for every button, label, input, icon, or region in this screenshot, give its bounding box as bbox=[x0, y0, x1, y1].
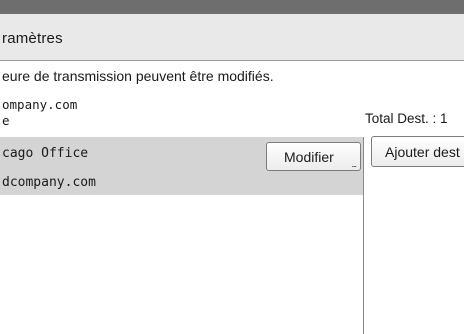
screen: ramètres eure de transmission peuvent êt… bbox=[0, 0, 464, 334]
sender-name: e bbox=[2, 113, 10, 128]
sender-email: ompany.com bbox=[2, 97, 78, 112]
total-destinations-count: Total Dest. : 1 bbox=[365, 111, 448, 126]
top-status-bar bbox=[0, 0, 464, 14]
page-title: ramètres bbox=[2, 30, 63, 47]
add-destination-button[interactable]: Ajouter dest bbox=[371, 136, 464, 167]
destination-name: cago Office bbox=[2, 146, 89, 161]
modify-button[interactable]: Modifier ... bbox=[266, 142, 361, 171]
add-destination-button-label: Ajouter dest bbox=[385, 144, 460, 160]
title-bar: ramètres bbox=[0, 14, 464, 61]
ellipsis-icon: ... bbox=[351, 159, 356, 169]
info-message: eure de transmission peuvent être modifi… bbox=[2, 68, 274, 84]
destination-email: dcompany.com bbox=[2, 175, 96, 190]
modify-button-label: Modifier bbox=[284, 149, 334, 165]
